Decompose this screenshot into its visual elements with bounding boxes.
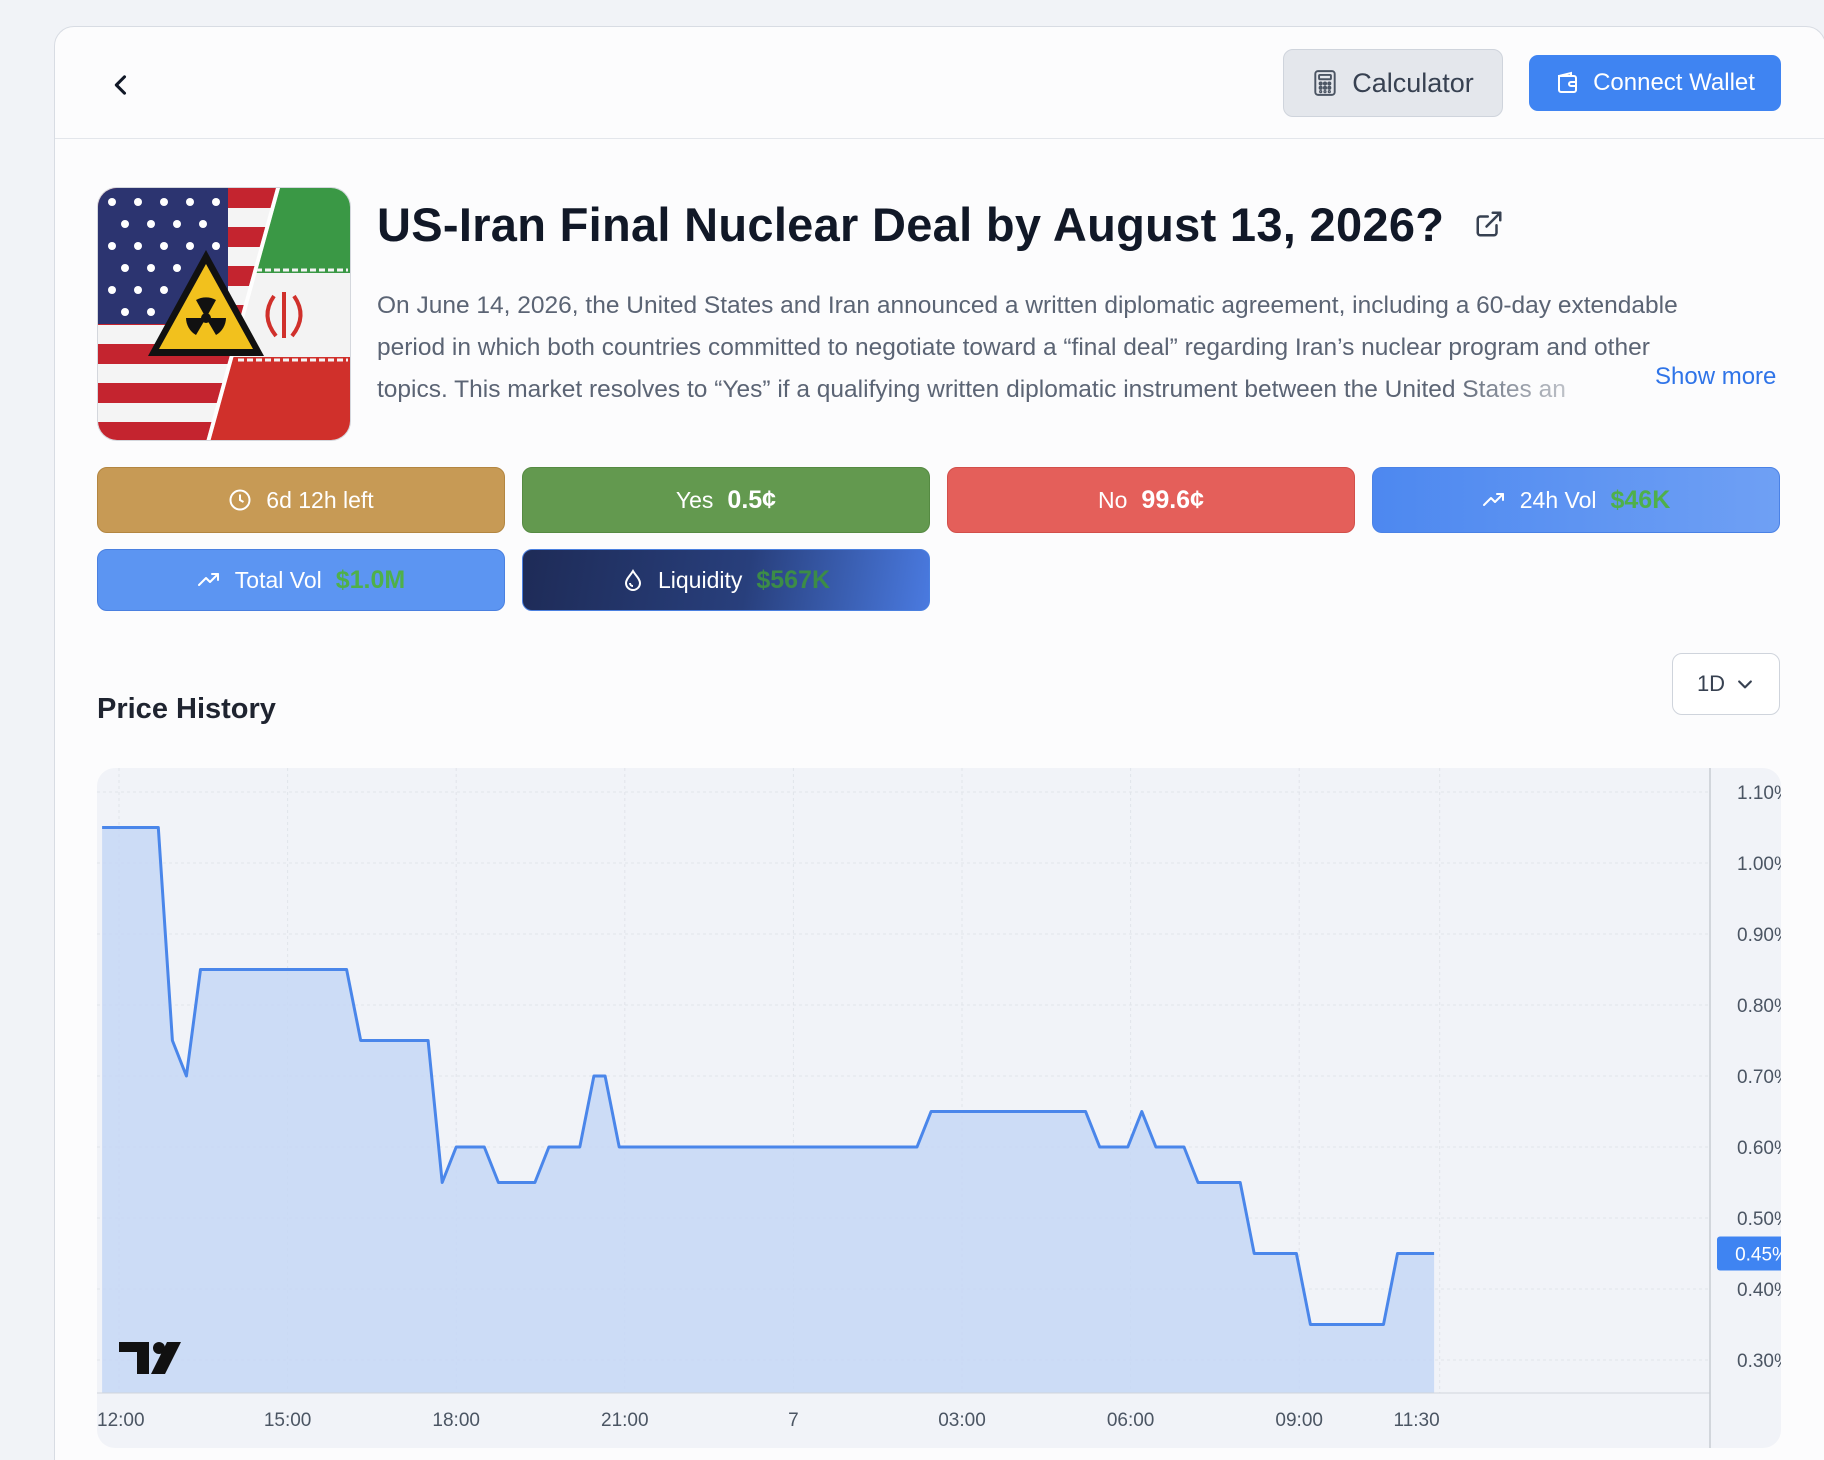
no-price-button[interactable]: No 99.6¢ <box>947 467 1355 533</box>
last-price-value: 0.45% <box>1735 1245 1781 1266</box>
x-tick-label: 09:00 <box>1275 1410 1323 1431</box>
time-left-badge[interactable]: 6d 12h left <box>97 467 505 533</box>
y-tick-label: 1.10% <box>1737 783 1781 804</box>
market-title: US-Iran Final Nuclear Deal by August 13,… <box>377 198 1445 251</box>
y-tick-label: 1.00% <box>1737 854 1781 875</box>
market-card: Calculator Connect Wallet US-Iran Final … <box>54 26 1824 1460</box>
total-volume-badge[interactable]: Total Vol $1.0M <box>97 549 505 611</box>
x-tick-label: 18:00 <box>432 1410 480 1431</box>
calculator-button[interactable]: Calculator <box>1283 49 1503 117</box>
y-tick-label: 0.40% <box>1737 1280 1781 1301</box>
total-volume-label: Total Vol <box>234 566 322 593</box>
price-area-fill <box>102 827 1435 1393</box>
time-range-value: 1D <box>1696 671 1726 696</box>
y-axis-labels: 0.30% 0.40% 0.50% 0.60% 0.70% 0.80% 0.90% 1.00%… <box>1737 783 1781 1372</box>
last-price-badge: 0.45% <box>1717 1236 1781 1271</box>
y-tick-label: 0.30% <box>1737 1351 1781 1372</box>
time-left-text: 6d 12h left <box>266 486 374 513</box>
back-button[interactable] <box>97 61 145 109</box>
description-line-2: period in which both countries committed… <box>377 334 1650 361</box>
no-label: No <box>1098 486 1128 513</box>
x-axis-labels: 12:00 15:00 18:00 21:00 7 03:00 06:00 09:00 11:3… <box>97 1410 1440 1431</box>
external-link-icon <box>1476 211 1502 236</box>
yes-price: 0.5¢ <box>727 485 777 514</box>
x-tick-label: 12:00 <box>97 1410 145 1431</box>
wallet-icon <box>1558 71 1578 93</box>
calculator-icon <box>1314 70 1336 96</box>
title-row: US-Iran Final Nuclear Deal by August 13,… <box>377 197 1506 252</box>
description-line-1: On June 14, 2026, the United States and … <box>377 292 1678 319</box>
y-tick-label: 0.50% <box>1737 1209 1781 1230</box>
trending-up-icon <box>1482 493 1504 506</box>
y-tick-label: 0.60% <box>1737 1138 1781 1159</box>
top-bar: Calculator Connect Wallet <box>55 27 1824 139</box>
yes-label: Yes <box>675 486 714 513</box>
yes-price-button[interactable]: Yes 0.5¢ <box>522 467 930 533</box>
connect-wallet-button[interactable]: Connect Wallet <box>1529 55 1781 111</box>
chevron-down-icon <box>1738 680 1752 689</box>
external-link-button[interactable] <box>1474 209 1506 241</box>
y-tick-label: 0.90% <box>1737 925 1781 946</box>
x-tick-label: 03:00 <box>938 1410 986 1431</box>
volume-24h-label: 24h Vol <box>1519 486 1597 513</box>
clock-icon <box>229 489 251 511</box>
volume-24h-badge[interactable]: 24h Vol $46K <box>1372 467 1780 533</box>
time-range-select[interactable]: 1D <box>1672 653 1780 715</box>
chevron-left-icon <box>114 75 127 95</box>
description-line-3: topics. This market resolves to “Yes” if… <box>377 376 1566 403</box>
trending-up-icon <box>197 573 219 586</box>
no-price: 99.6¢ <box>1141 485 1204 514</box>
show-more-link[interactable]: Show more <box>1655 363 1776 391</box>
x-tick-label: 15:00 <box>264 1410 312 1431</box>
x-tick-label: 06:00 <box>1107 1410 1155 1431</box>
y-tick-label: 0.80% <box>1737 996 1781 1017</box>
liquidity-label: Liquidity <box>657 566 743 593</box>
price-chart-svg: 0.30% 0.40% 0.50% 0.60% 0.70% 0.80% 0.90% 1.00%… <box>97 768 1781 1448</box>
x-tick-label: 11:30 <box>1394 1410 1440 1431</box>
market-image <box>97 187 351 441</box>
total-volume-value: $1.0M <box>335 565 406 594</box>
price-history-title: Price History <box>97 693 276 725</box>
x-tick-label: 21:00 <box>601 1410 649 1431</box>
y-tick-label: 0.70% <box>1737 1067 1781 1088</box>
market-description: On June 14, 2026, the United States and … <box>377 285 1717 411</box>
liquidity-badge[interactable]: Liquidity $567K <box>522 549 930 611</box>
connect-wallet-label: Connect Wallet <box>1593 69 1755 96</box>
x-tick-label: 7 <box>788 1410 799 1431</box>
liquidity-value: $567K <box>756 565 831 594</box>
price-chart[interactable]: 0.30% 0.40% 0.50% 0.60% 0.70% 0.80% 0.90% 1.00%… <box>97 768 1781 1448</box>
droplet-icon <box>624 569 641 591</box>
calculator-label: Calculator <box>1352 67 1474 98</box>
volume-24h-value: $46K <box>1610 485 1671 514</box>
